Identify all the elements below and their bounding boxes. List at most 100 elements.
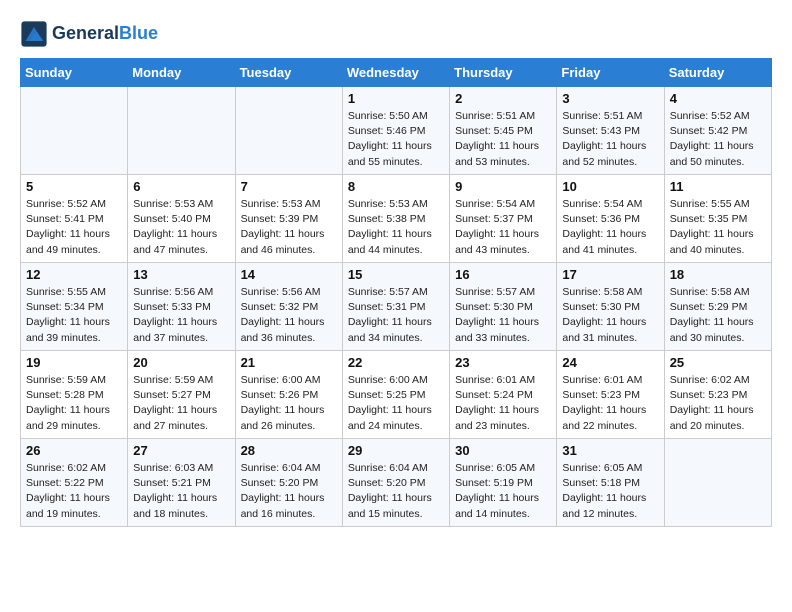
cell-detail: Sunrise: 5:56 AM Sunset: 5:33 PM Dayligh… xyxy=(133,285,229,346)
cell-detail: Sunrise: 5:54 AM Sunset: 5:36 PM Dayligh… xyxy=(562,197,658,258)
calendar-cell xyxy=(128,87,235,175)
day-number: 30 xyxy=(455,443,551,458)
day-number: 17 xyxy=(562,267,658,282)
cell-detail: Sunrise: 5:59 AM Sunset: 5:28 PM Dayligh… xyxy=(26,373,122,434)
calendar-cell: 18 Sunrise: 5:58 AM Sunset: 5:29 PM Dayli… xyxy=(664,263,771,351)
calendar-cell: 10 Sunrise: 5:54 AM Sunset: 5:36 PM Dayli… xyxy=(557,175,664,263)
cell-detail: Sunrise: 6:01 AM Sunset: 5:23 PM Dayligh… xyxy=(562,373,658,434)
cell-detail: Sunrise: 5:55 AM Sunset: 5:35 PM Dayligh… xyxy=(670,197,766,258)
calendar-cell: 3 Sunrise: 5:51 AM Sunset: 5:43 PM Daylig… xyxy=(557,87,664,175)
calendar-cell: 24 Sunrise: 6:01 AM Sunset: 5:23 PM Dayli… xyxy=(557,351,664,439)
calendar-week-2: 5 Sunrise: 5:52 AM Sunset: 5:41 PM Daylig… xyxy=(21,175,772,263)
logo-line1: GeneralBlue xyxy=(52,24,158,44)
day-number: 19 xyxy=(26,355,122,370)
calendar-cell: 30 Sunrise: 6:05 AM Sunset: 5:19 PM Dayli… xyxy=(450,439,557,527)
day-number: 11 xyxy=(670,179,766,194)
day-number: 21 xyxy=(241,355,337,370)
day-number: 2 xyxy=(455,91,551,106)
calendar-cell xyxy=(664,439,771,527)
calendar-week-1: 1 Sunrise: 5:50 AM Sunset: 5:46 PM Daylig… xyxy=(21,87,772,175)
cell-detail: Sunrise: 5:53 AM Sunset: 5:38 PM Dayligh… xyxy=(348,197,444,258)
cell-detail: Sunrise: 5:51 AM Sunset: 5:45 PM Dayligh… xyxy=(455,109,551,170)
day-number: 20 xyxy=(133,355,229,370)
day-number: 12 xyxy=(26,267,122,282)
cell-detail: Sunrise: 5:59 AM Sunset: 5:27 PM Dayligh… xyxy=(133,373,229,434)
calendar-cell xyxy=(21,87,128,175)
cell-detail: Sunrise: 5:58 AM Sunset: 5:29 PM Dayligh… xyxy=(670,285,766,346)
day-number: 24 xyxy=(562,355,658,370)
cell-detail: Sunrise: 5:52 AM Sunset: 5:42 PM Dayligh… xyxy=(670,109,766,170)
day-number: 9 xyxy=(455,179,551,194)
calendar-cell: 25Sunrise: 6:02 AM Sunset: 5:23 PM Dayli… xyxy=(664,351,771,439)
cell-detail: Sunrise: 5:55 AM Sunset: 5:34 PM Dayligh… xyxy=(26,285,122,346)
day-number: 3 xyxy=(562,91,658,106)
weekday-header-wednesday: Wednesday xyxy=(342,59,449,87)
calendar-cell: 9Sunrise: 5:54 AM Sunset: 5:37 PM Daylig… xyxy=(450,175,557,263)
cell-detail: Sunrise: 5:51 AM Sunset: 5:43 PM Dayligh… xyxy=(562,109,658,170)
calendar-cell: 31 Sunrise: 6:05 AM Sunset: 5:18 PM Dayli… xyxy=(557,439,664,527)
calendar-cell: 29 Sunrise: 6:04 AM Sunset: 5:20 PM Dayli… xyxy=(342,439,449,527)
calendar-cell: 2 Sunrise: 5:51 AM Sunset: 5:45 PM Daylig… xyxy=(450,87,557,175)
calendar-week-5: 26Sunrise: 6:02 AM Sunset: 5:22 PM Dayli… xyxy=(21,439,772,527)
cell-detail: Sunrise: 6:05 AM Sunset: 5:19 PM Dayligh… xyxy=(455,461,551,522)
day-number: 8 xyxy=(348,179,444,194)
calendar-cell: 19 Sunrise: 5:59 AM Sunset: 5:28 PM Dayli… xyxy=(21,351,128,439)
calendar-cell: 21 Sunrise: 6:00 AM Sunset: 5:26 PM Dayli… xyxy=(235,351,342,439)
cell-detail: Sunrise: 6:02 AM Sunset: 5:22 PM Dayligh… xyxy=(26,461,122,522)
calendar-cell: 27Sunrise: 6:03 AM Sunset: 5:21 PM Dayli… xyxy=(128,439,235,527)
day-number: 7 xyxy=(241,179,337,194)
calendar-cell: 22 Sunrise: 6:00 AM Sunset: 5:25 PM Dayli… xyxy=(342,351,449,439)
cell-detail: Sunrise: 6:01 AM Sunset: 5:24 PM Dayligh… xyxy=(455,373,551,434)
day-number: 31 xyxy=(562,443,658,458)
cell-detail: Sunrise: 5:53 AM Sunset: 5:39 PM Dayligh… xyxy=(241,197,337,258)
day-number: 22 xyxy=(348,355,444,370)
calendar-week-4: 19 Sunrise: 5:59 AM Sunset: 5:28 PM Dayli… xyxy=(21,351,772,439)
calendar-cell: 20 Sunrise: 5:59 AM Sunset: 5:27 PM Dayli… xyxy=(128,351,235,439)
day-number: 6 xyxy=(133,179,229,194)
calendar-cell: 4 Sunrise: 5:52 AM Sunset: 5:42 PM Daylig… xyxy=(664,87,771,175)
cell-detail: Sunrise: 6:04 AM Sunset: 5:20 PM Dayligh… xyxy=(241,461,337,522)
calendar-table: SundayMondayTuesdayWednesdayThursdayFrid… xyxy=(20,58,772,527)
weekday-header-friday: Friday xyxy=(557,59,664,87)
calendar-cell: 12 Sunrise: 5:55 AM Sunset: 5:34 PM Dayli… xyxy=(21,263,128,351)
cell-detail: Sunrise: 6:02 AM Sunset: 5:23 PM Dayligh… xyxy=(670,373,766,434)
cell-detail: Sunrise: 5:56 AM Sunset: 5:32 PM Dayligh… xyxy=(241,285,337,346)
calendar-week-3: 12 Sunrise: 5:55 AM Sunset: 5:34 PM Dayli… xyxy=(21,263,772,351)
cell-detail: Sunrise: 5:58 AM Sunset: 5:30 PM Dayligh… xyxy=(562,285,658,346)
logo-icon xyxy=(20,20,48,48)
cell-detail: Sunrise: 6:04 AM Sunset: 5:20 PM Dayligh… xyxy=(348,461,444,522)
weekday-header-tuesday: Tuesday xyxy=(235,59,342,87)
day-number: 18 xyxy=(670,267,766,282)
weekday-header-monday: Monday xyxy=(128,59,235,87)
cell-detail: Sunrise: 5:50 AM Sunset: 5:46 PM Dayligh… xyxy=(348,109,444,170)
day-number: 16 xyxy=(455,267,551,282)
cell-detail: Sunrise: 6:00 AM Sunset: 5:26 PM Dayligh… xyxy=(241,373,337,434)
page-header: GeneralBlue xyxy=(20,20,772,48)
cell-detail: Sunrise: 6:05 AM Sunset: 5:18 PM Dayligh… xyxy=(562,461,658,522)
calendar-cell: 13Sunrise: 5:56 AM Sunset: 5:33 PM Dayli… xyxy=(128,263,235,351)
calendar-cell: 16 Sunrise: 5:57 AM Sunset: 5:30 PM Dayli… xyxy=(450,263,557,351)
calendar-cell: 1 Sunrise: 5:50 AM Sunset: 5:46 PM Daylig… xyxy=(342,87,449,175)
cell-detail: Sunrise: 5:53 AM Sunset: 5:40 PM Dayligh… xyxy=(133,197,229,258)
cell-detail: Sunrise: 5:57 AM Sunset: 5:30 PM Dayligh… xyxy=(455,285,551,346)
cell-detail: Sunrise: 6:00 AM Sunset: 5:25 PM Dayligh… xyxy=(348,373,444,434)
calendar-cell: 6 Sunrise: 5:53 AM Sunset: 5:40 PM Daylig… xyxy=(128,175,235,263)
calendar-cell: 7 Sunrise: 5:53 AM Sunset: 5:39 PM Daylig… xyxy=(235,175,342,263)
calendar-cell xyxy=(235,87,342,175)
day-number: 29 xyxy=(348,443,444,458)
calendar-cell: 26Sunrise: 6:02 AM Sunset: 5:22 PM Dayli… xyxy=(21,439,128,527)
cell-detail: Sunrise: 5:52 AM Sunset: 5:41 PM Dayligh… xyxy=(26,197,122,258)
day-number: 10 xyxy=(562,179,658,194)
day-number: 4 xyxy=(670,91,766,106)
day-number: 1 xyxy=(348,91,444,106)
day-number: 14 xyxy=(241,267,337,282)
day-number: 27 xyxy=(133,443,229,458)
calendar-cell: 8 Sunrise: 5:53 AM Sunset: 5:38 PM Daylig… xyxy=(342,175,449,263)
day-number: 5 xyxy=(26,179,122,194)
weekday-header-saturday: Saturday xyxy=(664,59,771,87)
calendar-cell: 17 Sunrise: 5:58 AM Sunset: 5:30 PM Dayli… xyxy=(557,263,664,351)
day-number: 15 xyxy=(348,267,444,282)
calendar-cell: 15Sunrise: 5:57 AM Sunset: 5:31 PM Dayli… xyxy=(342,263,449,351)
weekday-header-sunday: Sunday xyxy=(21,59,128,87)
calendar-cell: 14 Sunrise: 5:56 AM Sunset: 5:32 PM Dayli… xyxy=(235,263,342,351)
